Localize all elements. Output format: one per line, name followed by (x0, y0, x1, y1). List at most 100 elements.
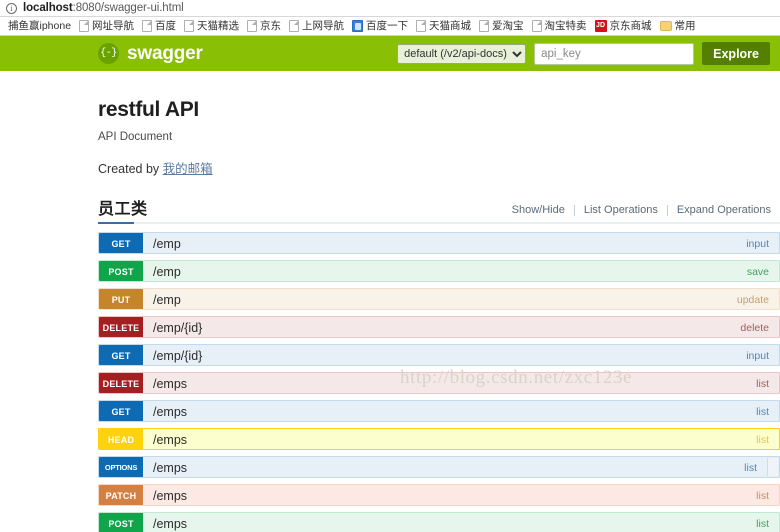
operation-summary: delete (740, 322, 769, 334)
http-method-badge: GET (99, 401, 143, 421)
operation-summary: update (736, 294, 769, 306)
section-action-show-hide[interactable]: Show/Hide (503, 204, 574, 216)
section-actions: Show/Hide List Operations Expand Operation… (503, 204, 780, 219)
url-path: :8080/swagger-ui.html (72, 2, 184, 14)
page-icon (531, 20, 542, 32)
http-method-badge: POST (99, 261, 143, 281)
bookmark-item[interactable]: 爱淘宝 (475, 18, 528, 35)
http-method-badge: GET (99, 345, 143, 365)
created-by-line: Created by 我的邮箱 (98, 158, 780, 177)
swagger-brace-icon: {-} (98, 43, 119, 64)
page-icon (184, 20, 195, 32)
operation-path[interactable]: /emps (143, 457, 744, 477)
main-content: restful API API Document Created by 我的邮箱… (0, 71, 780, 532)
operation-row[interactable]: GET/emp input (98, 232, 780, 254)
bookmark-label: 京东 (260, 19, 282, 32)
operation-path[interactable]: /emp (143, 233, 746, 253)
bookmark-item[interactable]: 百度 (138, 18, 180, 35)
address-bar[interactable]: i localhost :8080/swagger-ui.html (0, 0, 780, 17)
page-icon (416, 20, 427, 32)
bookmark-label: 百度一下 (366, 19, 409, 32)
operation-path[interactable]: /emps (143, 513, 756, 532)
operation-row[interactable]: DELETE/emp/{id} delete (98, 316, 780, 338)
operation-summary: list (756, 490, 769, 502)
section-underline (98, 222, 780, 224)
operation-path[interactable]: /emps (143, 485, 756, 505)
bookmark-item[interactable]: 常用 (656, 18, 700, 35)
bookmark-label: 天猫商城 (429, 19, 472, 32)
operation-path[interactable]: /emp (143, 289, 737, 309)
api-key-input[interactable] (534, 42, 695, 65)
bookmark-label: 上网导航 (302, 19, 345, 32)
http-method-badge: DELETE (99, 317, 143, 337)
row-scrollbar[interactable] (767, 458, 778, 476)
operation-summary: list (756, 434, 769, 446)
operation-summary: list (756, 518, 769, 530)
http-method-badge: POST (99, 513, 143, 532)
operation-path[interactable]: /emp/{id} (143, 317, 740, 337)
operation-path[interactable]: /emps (143, 373, 756, 393)
operation-path[interactable]: /emp/{id} (143, 345, 746, 365)
api-docs-select[interactable]: default (/v2/api-docs) (397, 43, 527, 64)
operation-row[interactable]: POST/emps list (98, 512, 780, 532)
operation-row[interactable]: PUT/emp update (98, 288, 780, 310)
operation-row[interactable]: GET/emp/{id} input (98, 344, 780, 366)
swagger-header: {-} swagger default (/v2/api-docs) Explo… (0, 36, 780, 71)
bookmark-item[interactable]: 京东 (243, 18, 285, 35)
section-header: 员工类 Show/Hide List Operations Expand Opera… (98, 195, 780, 222)
bookmarks-bar: 捕鱼赢iphone 网址导航 百度 天猫精选 京东 上网导航 百度一下 天猫商城 爱淘宝 淘宝特卖… (0, 17, 780, 36)
operation-path[interactable]: /emps (143, 401, 756, 421)
operation-summary: input (746, 238, 769, 250)
swagger-logo[interactable]: {-} swagger (98, 43, 203, 65)
created-by-link[interactable]: 我的邮箱 (163, 162, 213, 176)
page-subtitle: API Document (98, 131, 173, 143)
page-title: restful API (98, 98, 199, 121)
operation-summary: input (746, 350, 769, 362)
page-icon (79, 20, 90, 32)
operation-row[interactable]: OPTIONS/emps list (98, 456, 780, 478)
operation-row[interactable]: GET/emps list (98, 400, 780, 422)
header-controls: default (/v2/api-docs) Explore (397, 36, 770, 71)
page-icon (289, 20, 300, 32)
operation-row[interactable]: PATCH/emps list (98, 484, 780, 506)
operation-row[interactable]: DELETE/emps list (98, 372, 780, 394)
bookmark-item[interactable]: 天猫商城 (412, 18, 475, 35)
bookmark-label: 京东商城 (609, 19, 652, 32)
page-icon (142, 20, 153, 32)
bookmark-label: 常用 (674, 19, 696, 32)
http-method-badge: OPTIONS (99, 457, 143, 477)
blue-icon (352, 20, 364, 32)
section-action-expand-operations[interactable]: Expand Operations (668, 204, 780, 216)
bookmark-item[interactable]: JD 京东商城 (591, 18, 656, 35)
http-method-badge: PATCH (99, 485, 143, 505)
bookmark-label: 网址导航 (92, 19, 135, 32)
operations-list: GET/emp input POST/emp save PUT/emp update DEL… (98, 232, 780, 532)
operation-row[interactable]: POST/emp save (98, 260, 780, 282)
operation-summary: list (756, 406, 769, 418)
http-method-badge: HEAD (99, 429, 143, 449)
section-action-list-operations[interactable]: List Operations (575, 204, 667, 216)
operation-summary: save (746, 266, 769, 278)
bookmark-item[interactable]: 淘宝特卖 (528, 18, 591, 35)
bookmark-item[interactable]: 上网导航 (285, 18, 348, 35)
bookmark-item[interactable]: 百度一下 (348, 18, 412, 35)
bookmark-label: 百度 (155, 19, 177, 32)
bookmark-item[interactable]: 网址导航 (75, 18, 138, 35)
created-by-prefix: Created by (98, 162, 163, 176)
page-icon (479, 20, 490, 32)
operation-summary: list (756, 378, 769, 390)
jd-icon: JD (594, 20, 607, 32)
page-icon (247, 20, 258, 32)
operation-path[interactable]: /emps (143, 429, 756, 449)
bookmark-label: 天猫精选 (197, 19, 240, 32)
operation-row[interactable]: HEAD/emps list (98, 428, 780, 450)
url-host: localhost (23, 2, 73, 14)
http-method-badge: DELETE (99, 373, 143, 393)
site-info-icon[interactable]: i (6, 2, 17, 14)
operation-path[interactable]: /emp (143, 261, 747, 281)
bookmark-item[interactable]: 天猫精选 (180, 18, 243, 35)
explore-button[interactable]: Explore (702, 42, 770, 65)
bookmark-item[interactable]: 捕鱼赢iphone (4, 18, 75, 35)
bookmark-label: 捕鱼赢iphone (8, 19, 72, 32)
http-method-badge: PUT (99, 289, 143, 309)
